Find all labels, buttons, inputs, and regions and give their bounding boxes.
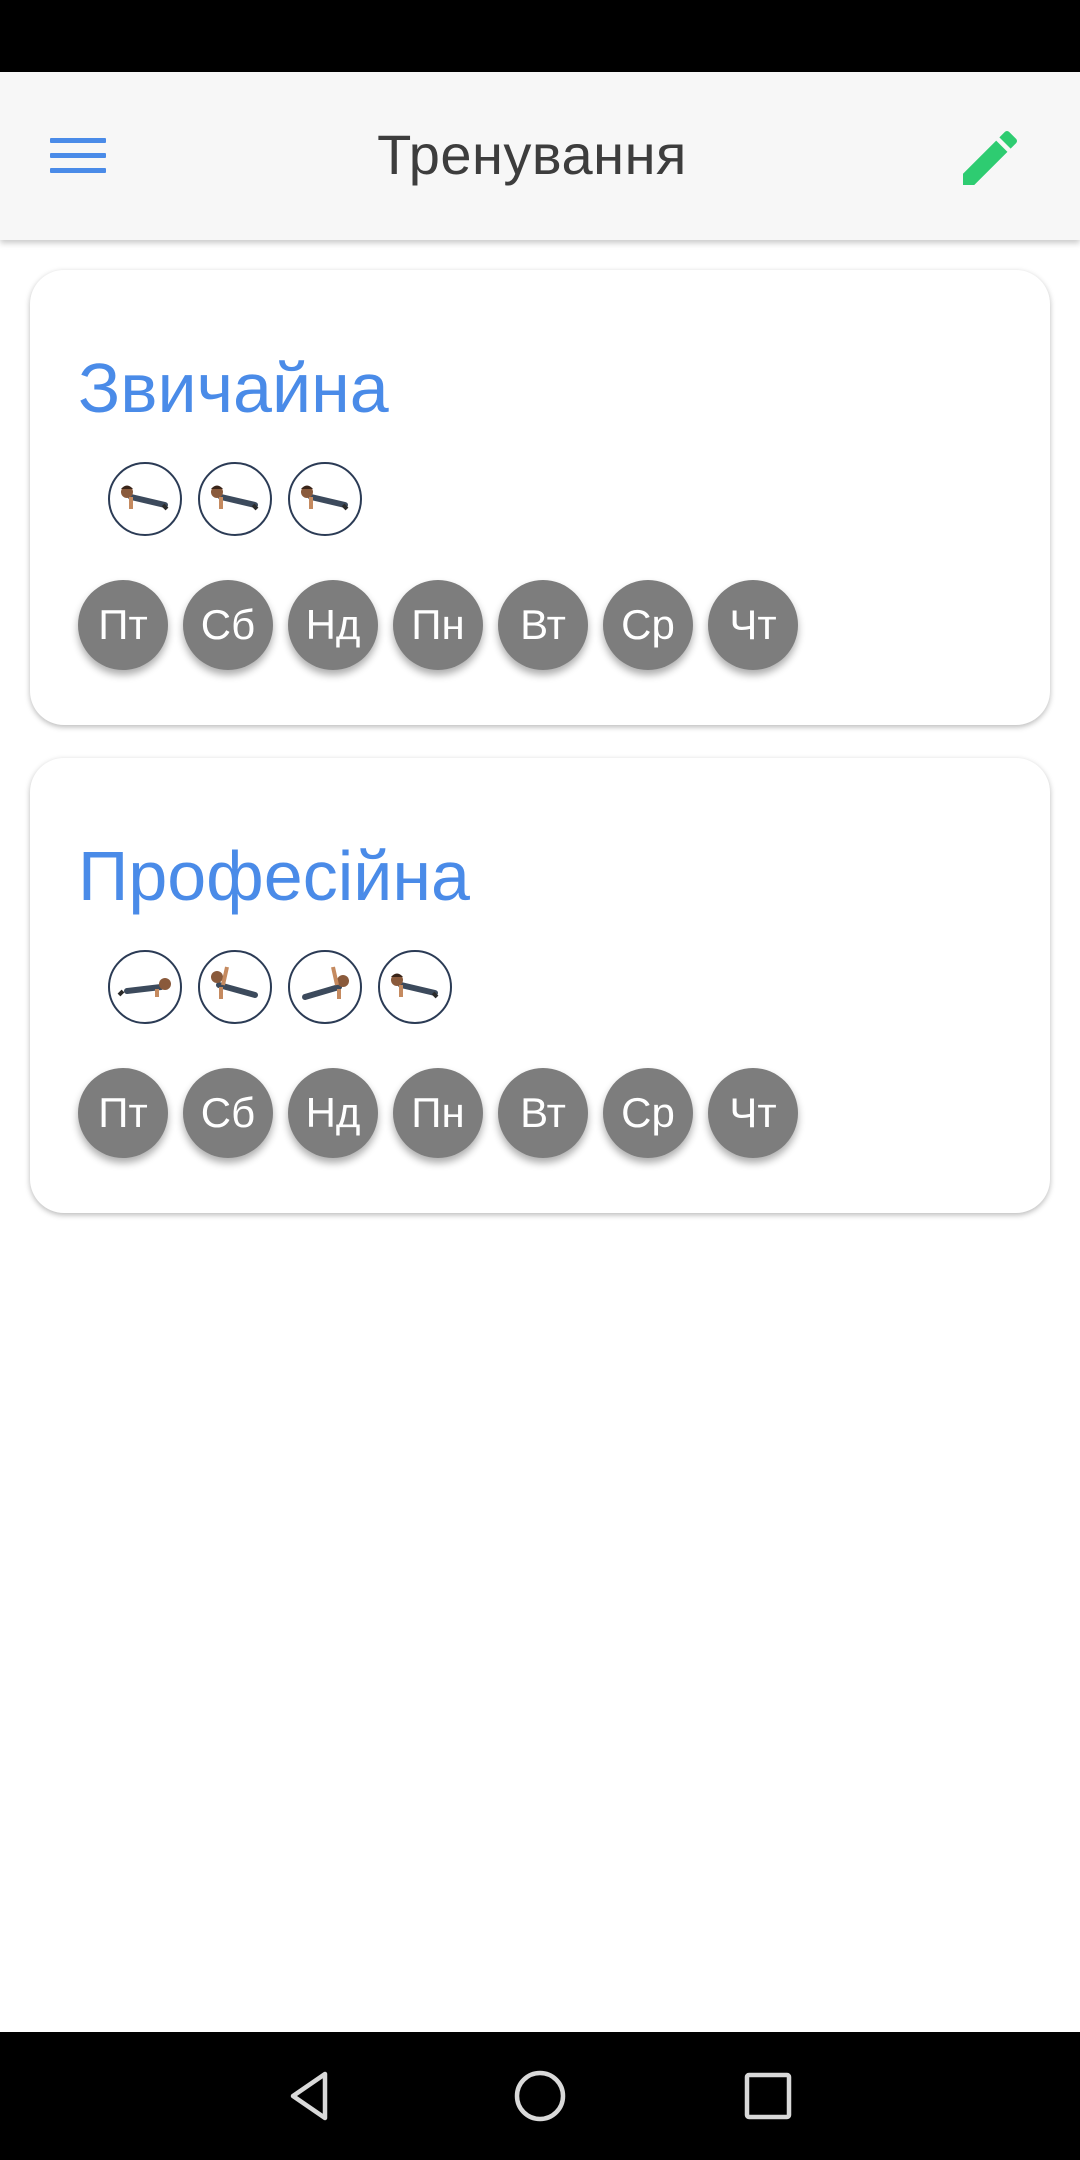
workout-card[interactable]: Професійна Пт Сб Нд Пн Вт Ср Чт bbox=[30, 758, 1050, 1213]
day-badge[interactable]: Пт bbox=[78, 580, 168, 670]
day-badge[interactable]: Пн bbox=[393, 580, 483, 670]
day-badge[interactable]: Пн bbox=[393, 1068, 483, 1158]
day-badge[interactable]: Нд bbox=[288, 1068, 378, 1158]
workout-title: Звичайна bbox=[78, 349, 389, 427]
home-icon bbox=[514, 2070, 566, 2122]
app-bar: Тренування bbox=[0, 72, 1080, 240]
day-badge[interactable]: Чт bbox=[708, 1068, 798, 1158]
day-badge[interactable]: Ср bbox=[603, 580, 693, 670]
workout-card[interactable]: Звичайна Пт Сб Нд Пн Вт Ср Чт bbox=[30, 270, 1050, 725]
weekday-list: Пт Сб Нд Пн Вт Ср Чт bbox=[78, 580, 798, 670]
pushup-icon bbox=[108, 462, 182, 536]
exercise-icons bbox=[108, 950, 452, 1024]
home-button[interactable] bbox=[496, 2052, 584, 2140]
day-badge[interactable]: Вт bbox=[498, 1068, 588, 1158]
system-nav-bar bbox=[0, 2032, 1080, 2160]
workout-title: Професійна bbox=[78, 837, 470, 915]
page-title: Тренування bbox=[377, 123, 687, 186]
side-plank-icon bbox=[288, 950, 362, 1024]
plank-icon bbox=[108, 950, 182, 1024]
day-badge[interactable]: Сб bbox=[183, 1068, 273, 1158]
pencil-icon bbox=[963, 130, 1018, 185]
day-badge[interactable]: Пт bbox=[78, 1068, 168, 1158]
day-badge[interactable]: Сб bbox=[183, 580, 273, 670]
day-badge[interactable]: Вт bbox=[498, 580, 588, 670]
recents-button[interactable] bbox=[724, 2052, 812, 2140]
status-bar bbox=[0, 0, 1080, 72]
weekday-list: Пт Сб Нд Пн Вт Ср Чт bbox=[78, 1068, 798, 1158]
day-badge[interactable]: Ср bbox=[603, 1068, 693, 1158]
day-badge[interactable]: Нд bbox=[288, 580, 378, 670]
side-plank-icon bbox=[198, 950, 272, 1024]
edit-button[interactable] bbox=[944, 112, 1036, 204]
pushup-icon bbox=[198, 462, 272, 536]
back-button[interactable] bbox=[265, 2052, 353, 2140]
recents-icon bbox=[744, 2072, 792, 2120]
pushup-icon bbox=[378, 950, 452, 1024]
day-badge[interactable]: Чт bbox=[708, 580, 798, 670]
pushup-icon bbox=[288, 462, 362, 536]
back-icon bbox=[290, 2071, 328, 2121]
exercise-icons bbox=[108, 462, 362, 536]
